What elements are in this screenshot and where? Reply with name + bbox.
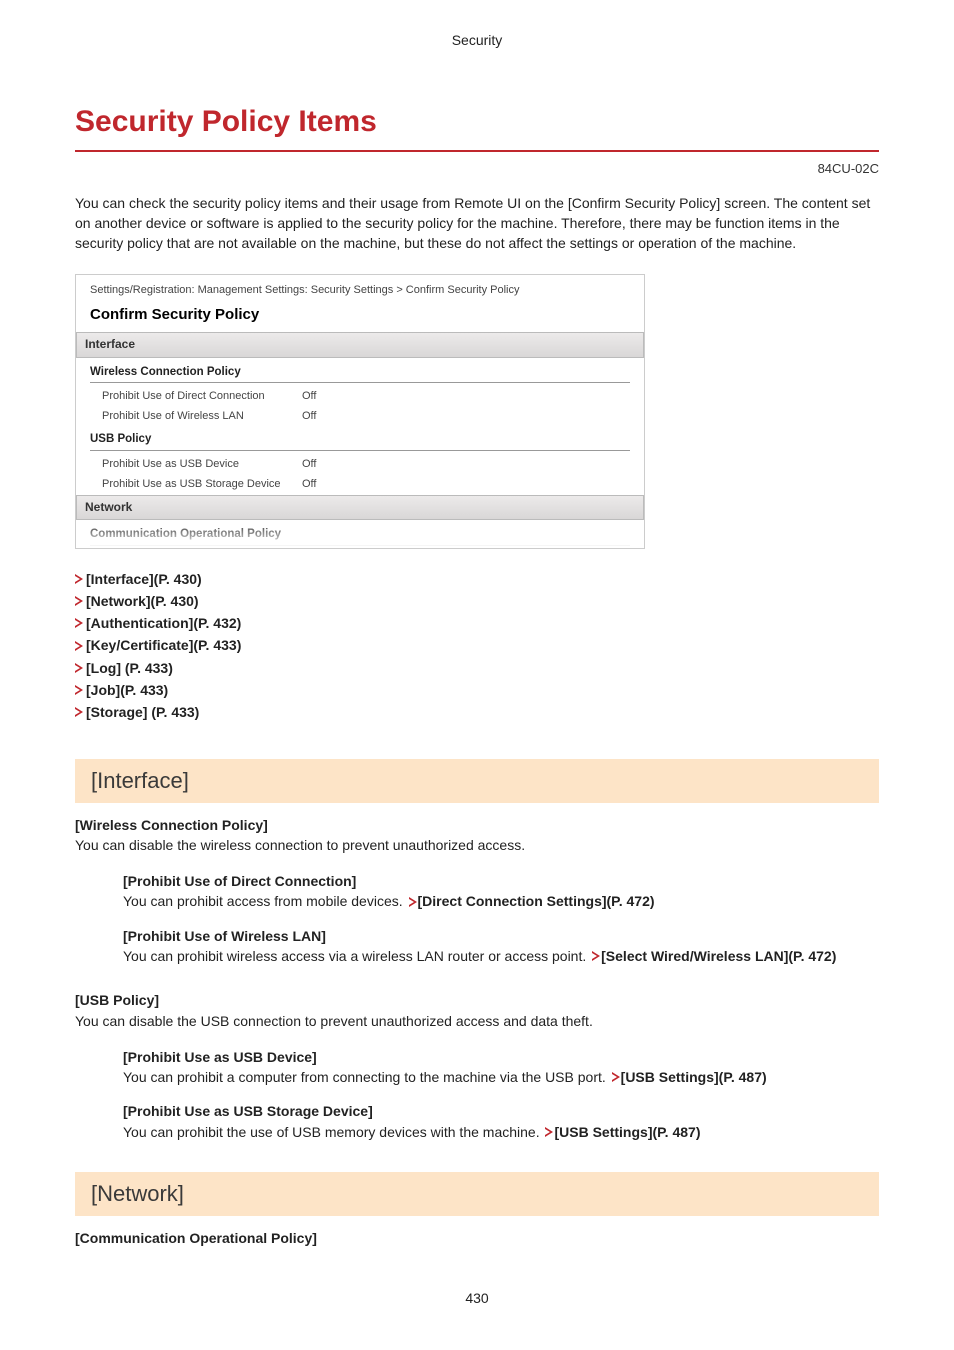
page-number: 430 (75, 1288, 879, 1308)
table-row: Prohibit Use of Direct ConnectionOff (90, 387, 630, 407)
block-heading: [Prohibit Use as USB Storage Device] (123, 1101, 879, 1121)
xref-usb-settings-1[interactable]: [USB Settings](P. 487) (621, 1069, 767, 1085)
table-row: Prohibit Use as USB Storage DeviceOff (90, 475, 630, 495)
toc-link-interface[interactable]: [Interface](P. 430) (75, 569, 879, 589)
toc-link-key-certificate[interactable]: [Key/Certificate](P. 433) (75, 635, 879, 655)
block-heading: [Communication Operational Policy] (75, 1228, 879, 1248)
block-comm-policy: [Communication Operational Policy] (75, 1228, 879, 1248)
screenshot-title: Confirm Security Policy (90, 304, 630, 326)
arrow-icon (75, 685, 83, 695)
toc-link-authentication[interactable]: [Authentication](P. 432) (75, 613, 879, 633)
sub-block-prohibit-usb-storage: [Prohibit Use as USB Storage Device] You… (123, 1101, 879, 1142)
sub-block-prohibit-usb-device: [Prohibit Use as USB Device] You can pro… (123, 1047, 879, 1088)
arrow-icon (75, 596, 83, 606)
block-text: You can prohibit a computer from connect… (123, 1067, 879, 1087)
section-head-interface: [Interface] (75, 759, 879, 803)
intro-paragraph: You can check the security policy items … (75, 193, 879, 254)
section-head-network: [Network] (75, 1172, 879, 1216)
arrow-icon (75, 707, 83, 717)
arrow-icon (75, 663, 83, 673)
toc-link-log[interactable]: [Log] (P. 433) (75, 658, 879, 678)
block-text: You can disable the wireless connection … (75, 835, 879, 855)
block-text: You can disable the USB connection to pr… (75, 1011, 879, 1031)
arrow-icon (75, 618, 83, 628)
subhead-wireless: Wireless Connection Policy (90, 364, 630, 384)
toc-link-network[interactable]: [Network](P. 430) (75, 591, 879, 611)
breadcrumb: Settings/Registration: Management Settin… (90, 283, 630, 299)
screenshot-confirm-security-policy: Settings/Registration: Management Settin… (75, 274, 645, 549)
xref-select-wired-wireless[interactable]: [Select Wired/Wireless LAN](P. 472) (601, 948, 836, 964)
block-heading: [Prohibit Use of Wireless LAN] (123, 926, 879, 946)
band-interface: Interface (76, 332, 644, 357)
block-heading: [USB Policy] (75, 990, 879, 1010)
block-wireless-policy: [Wireless Connection Policy] You can dis… (75, 815, 879, 856)
sub-block-prohibit-wlan: [Prohibit Use of Wireless LAN] You can p… (123, 926, 879, 967)
table-row: Prohibit Use of Wireless LANOff (90, 407, 630, 427)
table-row: Prohibit Use as USB DeviceOff (90, 455, 630, 475)
block-text: You can prohibit the use of USB memory d… (123, 1122, 879, 1142)
arrow-icon (75, 641, 83, 651)
block-text: You can prohibit wireless access via a w… (123, 946, 879, 966)
block-heading: [Prohibit Use as USB Device] (123, 1047, 879, 1067)
band-network: Network (76, 495, 644, 520)
toc-link-storage[interactable]: [Storage] (P. 433) (75, 702, 879, 722)
arrow-icon (592, 951, 600, 961)
xref-direct-connection[interactable]: [Direct Connection Settings](P. 472) (418, 893, 655, 909)
header-label: Security (75, 30, 879, 50)
arrow-icon (409, 897, 417, 907)
xref-usb-settings-2[interactable]: [USB Settings](P. 487) (554, 1124, 700, 1140)
toc-link-job[interactable]: [Job](P. 433) (75, 680, 879, 700)
subhead-usb: USB Policy (90, 431, 630, 451)
block-heading: [Prohibit Use of Direct Connection] (123, 871, 879, 891)
doc-code: 84CU-02C (75, 160, 879, 179)
toc: [Interface](P. 430) [Network](P. 430) [A… (75, 569, 879, 723)
arrow-icon (545, 1127, 553, 1137)
arrow-icon (75, 574, 83, 584)
block-heading: [Wireless Connection Policy] (75, 815, 879, 835)
block-text: You can prohibit access from mobile devi… (123, 891, 879, 911)
sub-block-prohibit-direct: [Prohibit Use of Direct Connection] You … (123, 871, 879, 912)
block-usb-policy: [USB Policy] You can disable the USB con… (75, 990, 879, 1031)
arrow-icon (612, 1072, 620, 1082)
page-title: Security Policy Items (75, 100, 879, 152)
